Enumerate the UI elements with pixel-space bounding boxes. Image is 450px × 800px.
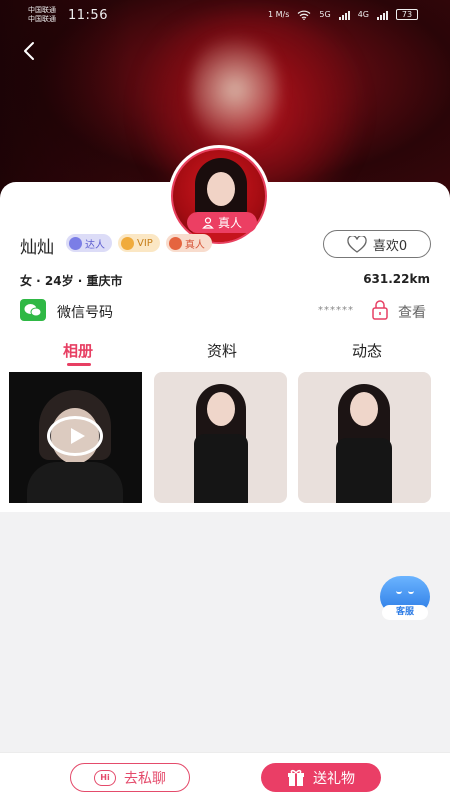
- lock-icon[interactable]: [371, 300, 389, 320]
- play-icon: [47, 416, 103, 456]
- signal-bars-icon: [377, 10, 388, 20]
- back-button[interactable]: [18, 40, 40, 62]
- album-photo[interactable]: [298, 372, 431, 503]
- distance: 631.22km: [363, 272, 430, 286]
- view-wechat-button[interactable]: 查看: [398, 302, 426, 322]
- tag-real-person: 真人: [165, 234, 212, 252]
- tab-profile[interactable]: 资料: [207, 340, 237, 361]
- gift-icon: [288, 769, 304, 786]
- heart-icon: [347, 235, 367, 253]
- user-tags: 达人 VIP 真人: [66, 234, 212, 252]
- status-icons: 1 M/s 5G 4G 73: [268, 9, 418, 20]
- like-button[interactable]: 喜欢0: [323, 230, 431, 258]
- wechat-icon: [20, 299, 46, 321]
- net-speed: 1 M/s: [268, 10, 290, 19]
- profile-tabs: 相册 资料 动态: [0, 338, 450, 368]
- album-photo[interactable]: [154, 372, 287, 503]
- vip-icon: [121, 236, 134, 250]
- wifi-icon: [298, 10, 311, 20]
- signal-bars-icon: [338, 10, 350, 20]
- wechat-masked-value: ******: [318, 305, 354, 316]
- status-time: 11:56: [68, 8, 108, 23]
- hi-chat-icon: Hi: [94, 769, 116, 786]
- send-gift-button[interactable]: 送礼物: [261, 763, 381, 792]
- verified-icon: [168, 236, 182, 250]
- back-arrow-icon: [24, 42, 34, 60]
- signal-5g-label: 5G: [319, 10, 331, 19]
- tag-daren: 达人: [66, 234, 112, 252]
- user-name: 灿灿: [20, 238, 54, 258]
- private-chat-button[interactable]: Hi 去私聊: [70, 763, 190, 792]
- battery-icon: 73: [396, 9, 418, 20]
- bottom-action-bar: Hi 去私聊 送礼物: [0, 752, 450, 800]
- status-bar: 中国联通 中国联通 11:56 1 M/s 5G 4G 73: [0, 0, 450, 30]
- tab-moments[interactable]: 动态: [352, 340, 382, 361]
- real-person-badge: 真人: [187, 212, 257, 233]
- basic-info: 女 · 24岁 · 重庆市: [20, 274, 123, 288]
- person-badge-icon: [202, 216, 214, 229]
- signal-4g-label: 4G: [357, 10, 369, 19]
- carrier-info: 中国联通 中国联通: [28, 6, 56, 23]
- tab-album[interactable]: 相册: [63, 340, 93, 361]
- wechat-label: 微信号码: [57, 305, 113, 321]
- tag-vip: VIP: [118, 234, 160, 252]
- active-tab-indicator: [67, 363, 91, 366]
- crown-icon: [69, 236, 82, 250]
- album-grid: [9, 372, 441, 504]
- customer-service-button[interactable]: 客服: [378, 574, 432, 622]
- album-video-thumbnail[interactable]: [9, 372, 142, 503]
